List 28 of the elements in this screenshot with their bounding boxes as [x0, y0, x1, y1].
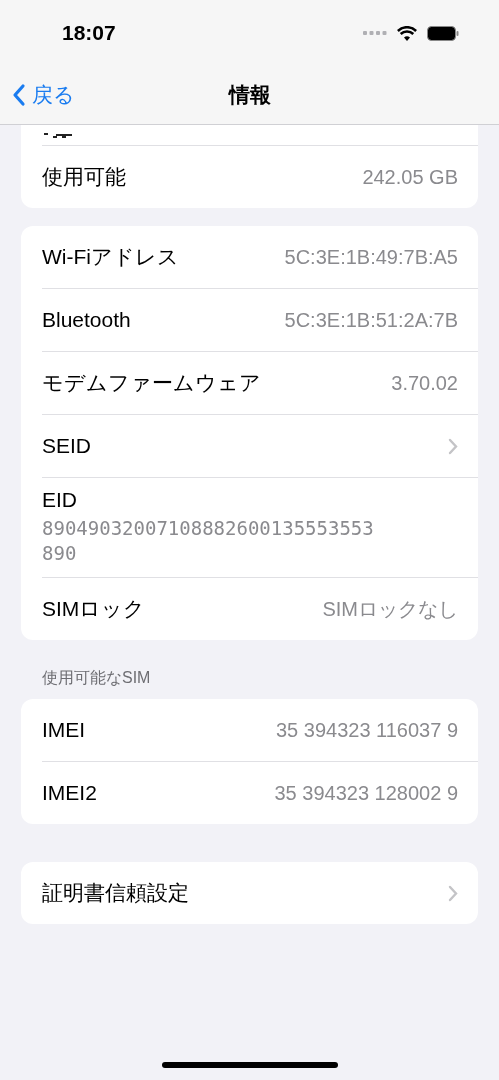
- row-label: EID: [42, 488, 77, 512]
- row-label: IMEI: [42, 718, 86, 743]
- signal-icon: [363, 31, 387, 35]
- list-row[interactable]: 証明書信頼設定: [42, 862, 478, 925]
- section-header: 使用可能なSIM: [41, 668, 152, 689]
- list-row[interactable]: SEID: [42, 414, 478, 477]
- chevron-right-icon: [448, 884, 458, 902]
- row-label: Wi-Fiアドレス: [42, 244, 179, 270]
- status-time: 18:07: [62, 21, 116, 45]
- nav-title: 情報: [228, 82, 271, 108]
- row-value: 35 394323 128002 9: [274, 781, 458, 805]
- row-value: 5C:3E:1B:51:2A:7B: [284, 308, 458, 332]
- back-button[interactable]: 戻る: [0, 81, 75, 109]
- row-label: モデムファームウェア: [42, 370, 261, 396]
- battery-icon: [427, 25, 459, 41]
- back-chevron-icon: [12, 83, 26, 107]
- row-label: 使用可能: [42, 164, 126, 190]
- row-value: 89049032007108882600135553553890: [42, 516, 374, 566]
- wifi-icon: [397, 25, 417, 41]
- row-label: SIMロック: [42, 596, 146, 623]
- row-value: 35 394323 116037 9: [275, 718, 458, 742]
- row-value: 3.70.02: [391, 371, 458, 395]
- row-value: 242.05 GB: [362, 165, 458, 189]
- chevron-right-icon: [448, 437, 458, 455]
- row-value: 5C:3E:1B:49:7B:A5: [284, 245, 458, 269]
- row-label: IMEI2: [42, 781, 97, 806]
- row-label: Bluetooth: [42, 308, 131, 332]
- row-value: SIMロックなし: [322, 596, 458, 622]
